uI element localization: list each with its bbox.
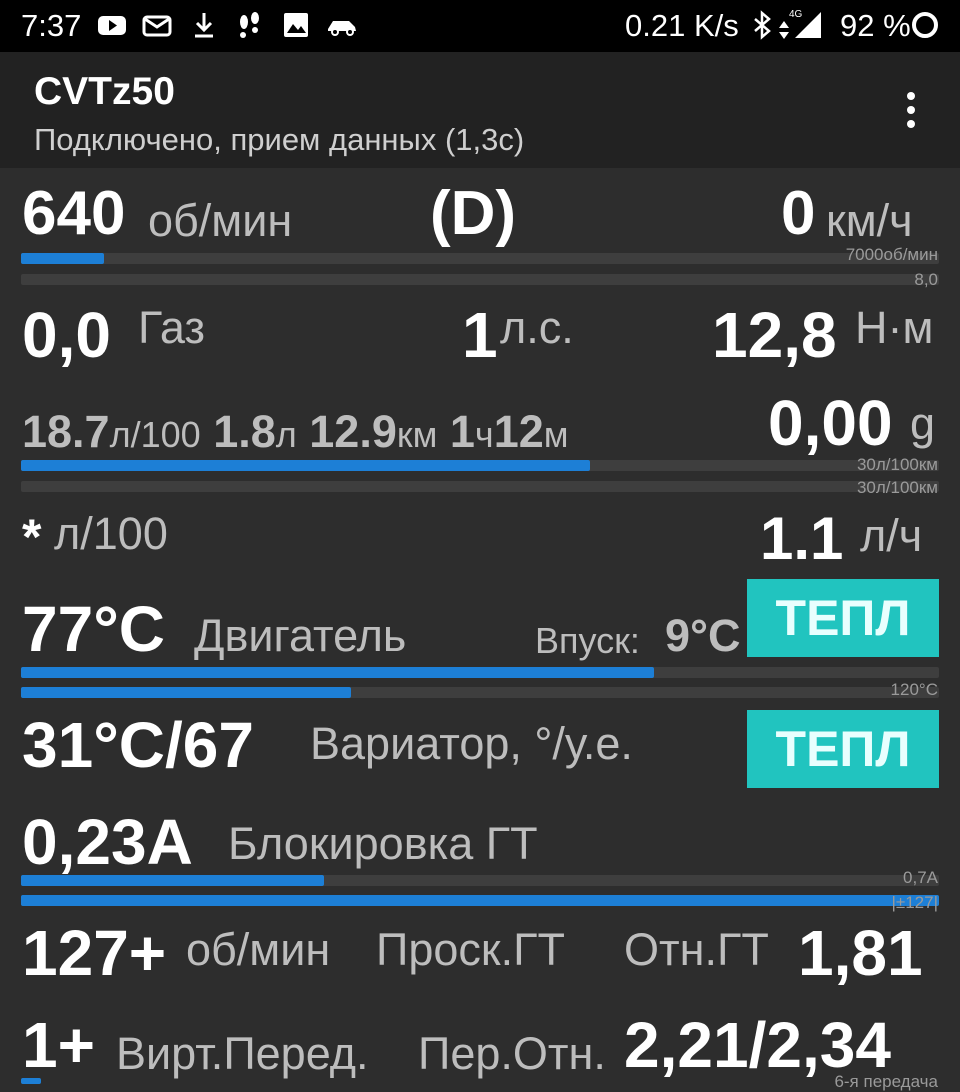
steps-icon	[240, 12, 259, 38]
slip-scale: |±127|	[891, 893, 938, 912]
slip-bar	[21, 895, 939, 906]
overflow-menu-icon[interactable]	[905, 92, 919, 134]
trip-hours-value: 1	[449, 406, 475, 457]
gear-scale: 6-я передача	[834, 1072, 938, 1091]
speed-value: 0	[781, 179, 816, 248]
trip-stats: 18.7л/100 1.8л 12.9км 1ч12м	[22, 406, 569, 458]
g-force-value: 0,00	[768, 387, 893, 459]
signal-icon	[795, 12, 821, 38]
rpm-unit: об/мин	[148, 195, 293, 246]
virtual-gear-bar-fill	[21, 1078, 41, 1084]
distance-unit: км	[396, 414, 438, 455]
avg-consumption-unit: л/100	[109, 414, 201, 455]
avg-consumption-value: 18.7	[22, 406, 110, 457]
mail-icon	[142, 15, 172, 37]
g-force-unit: g	[910, 398, 936, 449]
speed-bar	[21, 274, 939, 285]
rpm-value: 640	[22, 179, 126, 248]
lockup-bar	[21, 875, 939, 886]
lockup-current-value: 0,23A	[22, 806, 193, 878]
fuel-used-unit: л	[275, 414, 297, 455]
hourly-consumption-unit: л/ч	[860, 510, 923, 561]
power-unit: л.с.	[500, 302, 574, 353]
gear-indicator: (D)	[430, 179, 517, 248]
bluetooth-icon	[754, 10, 771, 40]
cvt-temp-value: 31°C/67	[22, 709, 254, 781]
intake-temp-value: 9°C	[665, 610, 741, 661]
rpm-bar	[21, 253, 939, 264]
rpm-scale: 7000об/мин	[845, 245, 938, 264]
trip-minutes-value: 12	[493, 406, 544, 457]
car-icon	[328, 21, 356, 36]
battery-percent: 92 %	[840, 8, 911, 43]
gear-ratio-label: Пер.Отн.	[418, 1028, 606, 1079]
slip-value: 127+	[22, 917, 167, 989]
trip-minutes-unit: м	[543, 414, 569, 455]
intake-label: Впуск:	[535, 620, 640, 661]
image-icon	[284, 13, 308, 37]
intake-temp-bar	[21, 687, 939, 698]
trip-hours-unit: ч	[474, 414, 494, 455]
consumption-scale: 30л/100км	[856, 455, 938, 474]
lockup-scale: 0,7A	[903, 868, 938, 887]
consumption-scale-2: 30л/100км	[856, 478, 938, 497]
speed-unit: км/ч	[826, 195, 913, 246]
engine-temp-bar-fill	[21, 667, 655, 678]
app-title: CVTz50	[34, 70, 175, 113]
slip-bar-fill	[21, 895, 939, 906]
instant-consumption-unit: л/100	[54, 508, 168, 559]
battery-icon	[912, 12, 938, 38]
status-bar: 7:37 0.21 K/s 4G 92 %	[0, 0, 960, 52]
slip-label: Проск.ГТ	[376, 924, 565, 975]
torque-converter-ratio-value: 1,81	[798, 917, 923, 989]
instant-consumption-value: *	[22, 509, 42, 565]
status-time: 7:37	[21, 8, 82, 43]
data-arrows-icon	[779, 21, 789, 39]
net-speed: 0.21 K/s	[625, 8, 739, 43]
speed-scale: 8,0	[914, 270, 938, 289]
throttle-value: 0,0	[22, 299, 111, 371]
engine-temp-bar	[21, 667, 939, 678]
app-bar: CVTz50 Подключено, прием данных (1,3с)	[0, 52, 960, 168]
connection-status: Подключено, прием данных (1,3с)	[34, 122, 525, 157]
consumption-bar	[21, 460, 939, 471]
cvt-warmup-button[interactable]: ТЕПЛ	[747, 710, 939, 788]
rpm-bar-fill	[21, 253, 104, 264]
throttle-label: Газ	[138, 302, 205, 353]
engine-warmup-button[interactable]: ТЕПЛ	[747, 579, 939, 657]
youtube-icon	[98, 16, 126, 35]
power-value: 1	[462, 299, 498, 371]
cvt-temp-label: Вариатор, °/у.е.	[310, 718, 633, 769]
engine-temp-scale: 120°C	[890, 680, 938, 699]
distance-value: 12.9	[309, 406, 397, 457]
engine-temp-value: 77°C	[22, 593, 165, 665]
download-icon	[195, 13, 213, 38]
torque-converter-ratio-label: Отн.ГТ	[624, 924, 769, 975]
hourly-consumption-value: 1.1	[760, 505, 844, 572]
virtual-gear-label: Вирт.Перед.	[116, 1028, 369, 1079]
consumption-bar-fill	[21, 460, 591, 471]
virtual-gear-bar	[21, 1078, 41, 1084]
torque-value: 12,8	[712, 299, 837, 371]
slip-unit: об/мин	[186, 924, 331, 975]
intake-temp-bar-fill	[21, 687, 352, 698]
torque-unit: Н·м	[855, 302, 934, 353]
lockup-bar-fill	[21, 875, 324, 886]
lockup-label: Блокировка ГТ	[228, 818, 538, 869]
consumption-bar-2	[21, 481, 939, 492]
gear-ratio-value: 2,21/2,34	[624, 1009, 891, 1081]
engine-temp-label: Двигатель	[194, 610, 407, 661]
fuel-used-value: 1.8	[213, 406, 276, 457]
virtual-gear-value: 1+	[22, 1009, 95, 1081]
